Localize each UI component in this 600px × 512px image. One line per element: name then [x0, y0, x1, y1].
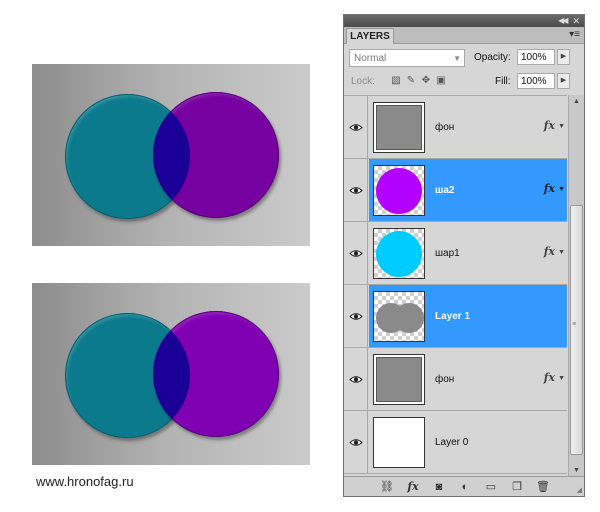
- opacity-slider-button[interactable]: ▶: [557, 49, 570, 65]
- resize-grip-icon[interactable]: ◢: [577, 486, 582, 494]
- fx-icon[interactable]: fx: [544, 119, 555, 132]
- eye-icon: [349, 439, 363, 446]
- layer-row[interactable]: Layer 1: [344, 285, 567, 348]
- eye-icon: [349, 187, 363, 194]
- layer-thumbnail: [373, 417, 425, 468]
- fill-input[interactable]: 100%: [517, 73, 555, 89]
- layer-body[interactable]: ша2 fx ▼: [369, 159, 567, 221]
- mask-icon[interactable]: ◙: [432, 480, 446, 494]
- layer-thumbnail: [373, 291, 425, 342]
- layer-body[interactable]: Layer 1: [369, 285, 567, 347]
- eye-icon: [349, 124, 363, 131]
- new-layer-icon[interactable]: ❐: [510, 480, 524, 494]
- eye-icon: [349, 250, 363, 257]
- layer-thumbnail: [373, 354, 425, 405]
- lock-all-icon[interactable]: ▣: [436, 76, 446, 86]
- blend-opacity-row: Normal ▼ Opacity: 100% ▶: [349, 49, 581, 67]
- panel-bottom-bar: ⛓ fx ◙ ◐ ▭ ❐ 🗑 ◢: [344, 476, 584, 496]
- collapse-icon[interactable]: ◀◀: [558, 17, 568, 25]
- trash-icon[interactable]: 🗑: [536, 480, 550, 494]
- layer-row[interactable]: ша2 fx ▼: [344, 159, 567, 222]
- layer-name: ша2: [435, 185, 455, 196]
- layer-body[interactable]: Layer 0: [369, 411, 567, 473]
- layer-name: фон: [435, 122, 455, 133]
- expand-effects-icon[interactable]: ▼: [558, 186, 565, 193]
- lock-label: Lock:: [351, 76, 375, 87]
- demo-image-top: [32, 64, 310, 246]
- expand-effects-icon[interactable]: ▼: [558, 375, 565, 382]
- expand-effects-icon[interactable]: ▼: [558, 123, 565, 130]
- tab-layers[interactable]: LAYERS: [346, 28, 394, 44]
- layer-row[interactable]: фон fx ▼: [344, 348, 567, 411]
- group-folder-icon[interactable]: ▭: [484, 480, 498, 494]
- add-style-fx-icon[interactable]: fx: [406, 480, 420, 494]
- layer-name: Layer 0: [435, 437, 469, 448]
- panel-titlebar: ◀◀ ✕: [344, 15, 584, 27]
- visibility-toggle[interactable]: [344, 96, 368, 158]
- layer-name: шар1: [435, 248, 460, 259]
- blend-mode-value: Normal: [354, 53, 387, 64]
- fill-slider-button[interactable]: ▶: [557, 73, 570, 89]
- eye-icon: [349, 376, 363, 383]
- visibility-toggle[interactable]: [344, 348, 368, 410]
- layers-panel: ◀◀ ✕ LAYERS ▾≡ Normal ▼ Opacity: 100% ▶ …: [343, 14, 585, 497]
- visibility-toggle[interactable]: [344, 222, 368, 284]
- opacity-label: Opacity:: [474, 52, 511, 63]
- visibility-toggle[interactable]: [344, 411, 368, 473]
- fx-icon[interactable]: fx: [544, 245, 555, 258]
- layer-body[interactable]: фон fx ▼: [369, 348, 567, 410]
- blend-mode-select[interactable]: Normal ▼: [349, 49, 465, 67]
- visibility-toggle[interactable]: [344, 159, 368, 221]
- chevron-down-icon: ▼: [453, 54, 461, 63]
- fx-icon[interactable]: fx: [544, 182, 555, 195]
- layer-name: Layer 1: [435, 311, 471, 322]
- layer-row[interactable]: Layer 0: [344, 411, 567, 474]
- demo-image-bottom: [32, 283, 310, 465]
- panel-menu-icon[interactable]: ▾≡: [569, 29, 580, 40]
- layer-row[interactable]: шар1 fx ▼: [344, 222, 567, 285]
- fx-icon[interactable]: fx: [544, 371, 555, 384]
- overlap-region: [153, 94, 190, 218]
- layers-scrollbar[interactable]: ▲ ≡ ▼: [568, 95, 584, 477]
- scroll-up-icon[interactable]: ▲: [569, 95, 584, 108]
- layer-row[interactable]: фон fx ▼: [344, 96, 567, 159]
- lock-move-icon[interactable]: ✥: [421, 76, 431, 86]
- layer-thumbnail: [373, 102, 425, 153]
- grip-icon: ≡: [572, 321, 577, 328]
- layer-name: фон: [435, 374, 455, 385]
- expand-effects-icon[interactable]: ▼: [558, 249, 565, 256]
- close-icon[interactable]: ✕: [572, 17, 580, 26]
- fill-label: Fill:: [495, 76, 511, 87]
- layer-thumbnail: [373, 228, 425, 279]
- visibility-toggle[interactable]: [344, 285, 368, 347]
- lock-icons: ▧ ✎ ✥ ▣: [391, 76, 446, 86]
- lock-fill-row: Lock: ▧ ✎ ✥ ▣ Fill: 100% ▶: [349, 73, 581, 91]
- layer-thumbnail: [373, 165, 425, 216]
- site-watermark: www.hronofag.ru: [36, 474, 134, 489]
- scroll-thumb[interactable]: [570, 205, 583, 455]
- eye-icon: [349, 313, 363, 320]
- lock-brush-icon[interactable]: ✎: [406, 76, 416, 86]
- adjustment-icon[interactable]: ◐: [458, 480, 472, 494]
- layers-list: фон fx ▼ ша2 fx ▼ шар1 fx ▼ Layer 1 фон fx ▼ Layer 0: [344, 95, 567, 485]
- overlap-region: [153, 313, 190, 437]
- link-icon[interactable]: ⛓: [380, 480, 394, 494]
- opacity-input[interactable]: 100%: [517, 49, 555, 65]
- panel-tabbar: LAYERS ▾≡: [344, 27, 584, 44]
- layer-body[interactable]: фон fx ▼: [369, 96, 567, 158]
- layer-body[interactable]: шар1 fx ▼: [369, 222, 567, 284]
- lock-transparency-icon[interactable]: ▧: [391, 76, 401, 86]
